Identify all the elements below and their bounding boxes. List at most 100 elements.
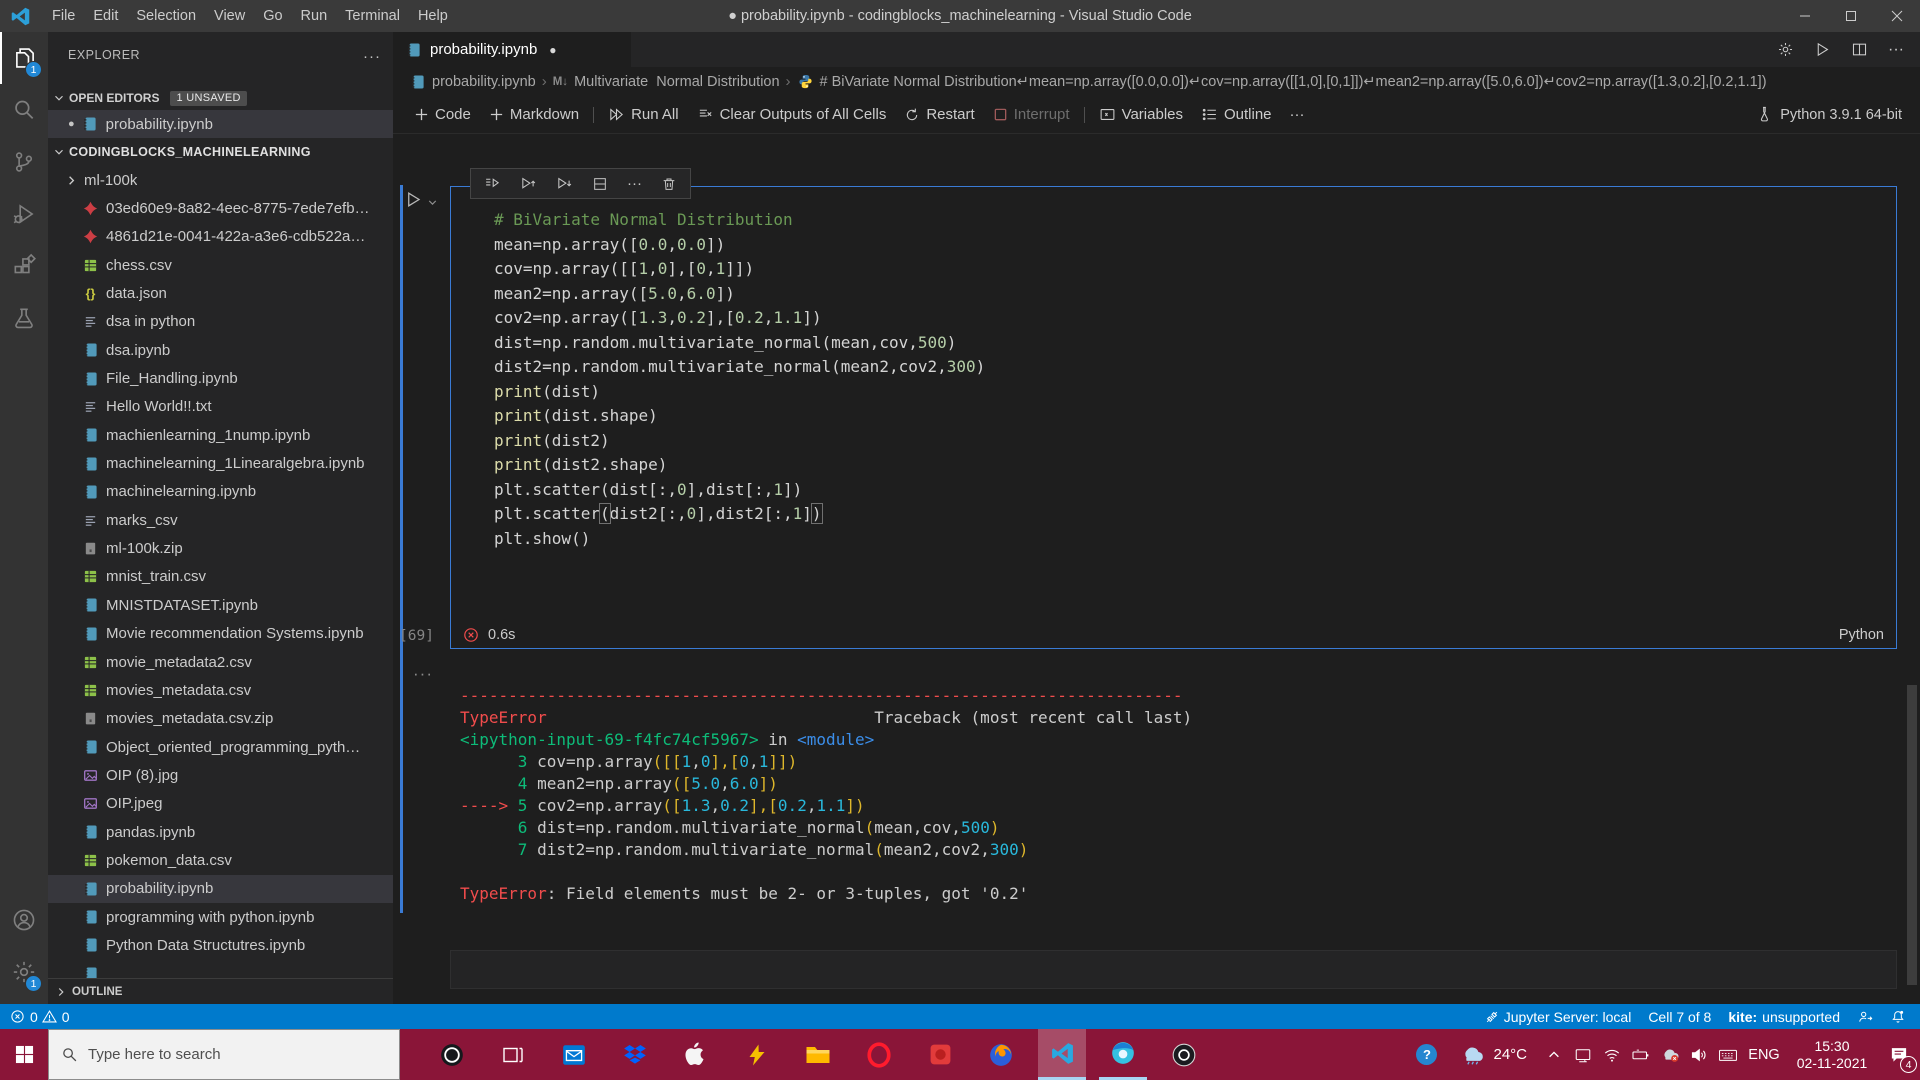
run-all-button[interactable]: Run All <box>599 102 688 128</box>
restart-kernel-button[interactable]: Restart <box>895 102 983 128</box>
variables-button[interactable]: Variables <box>1090 102 1192 128</box>
breadcrumb-item[interactable]: # BiVariate Normal Distribution↵mean=np.… <box>820 74 1767 90</box>
input-language-indicator[interactable]: ENG <box>1742 1047 1786 1063</box>
file-row[interactable]: ml-100k <box>48 166 393 194</box>
dropbox-taskbar-icon[interactable] <box>611 1029 659 1080</box>
file-row[interactable]: dsa in python <box>48 308 393 336</box>
red-app-taskbar-icon[interactable] <box>916 1029 964 1080</box>
file-row[interactable]: {} data.json <box>48 279 393 307</box>
onedrive-sync-error-icon[interactable] <box>1655 1029 1684 1080</box>
vscode-taskbar-icon[interactable] <box>1038 1029 1086 1080</box>
add-markdown-cell-button[interactable]: Markdown <box>480 102 588 128</box>
notifications-bell-icon[interactable] <box>1890 1009 1906 1025</box>
firefox-taskbar-icon[interactable] <box>977 1029 1025 1080</box>
explorer-icon[interactable]: 1 <box>0 32 48 84</box>
opera-taskbar-icon[interactable] <box>855 1029 903 1080</box>
menu-go[interactable]: Go <box>254 8 291 24</box>
file-row[interactable]: ml-100k.zip <box>48 534 393 562</box>
file-row[interactable]: machienlearning_1nump.ipynb <box>48 421 393 449</box>
editor-scrollbar[interactable] <box>1907 685 1917 985</box>
problems-warnings[interactable]: 0 <box>41 1009 70 1025</box>
source-control-icon[interactable] <box>0 136 48 188</box>
menu-run[interactable]: Run <box>292 8 337 24</box>
apple-taskbar-icon[interactable] <box>672 1029 720 1080</box>
split-editor-icon[interactable] <box>1851 41 1868 58</box>
toolbar-more-icon[interactable]: ··· <box>1281 102 1314 128</box>
open-editor-item[interactable]: ● probability.ipynb <box>48 110 393 138</box>
menu-view[interactable]: View <box>205 8 254 24</box>
open-editors-header[interactable]: OPEN EDITORS 1 UNSAVED <box>48 86 393 110</box>
sidebar-more-actions-icon[interactable]: ··· <box>363 48 381 86</box>
file-row[interactable]: 03ed60e9-8a82-4eec-8775-7ede7efb… <box>48 194 393 222</box>
wifi-icon[interactable] <box>1597 1029 1626 1080</box>
task-view-taskbar-icon[interactable] <box>489 1029 537 1080</box>
file-row[interactable]: dsa.ipynb <box>48 336 393 364</box>
file-row[interactable]: OIP.jpeg <box>48 790 393 818</box>
search-icon[interactable] <box>0 84 48 136</box>
breadcrumb-item[interactable]: probability.ipynb <box>432 74 536 90</box>
menu-file[interactable]: File <box>43 8 84 24</box>
kite-status[interactable]: kite: unsupported <box>1728 1009 1840 1025</box>
more-actions-icon[interactable]: ··· <box>1888 41 1904 59</box>
volume-icon[interactable] <box>1684 1029 1713 1080</box>
file-row[interactable]: movies_metadata.csv.zip <box>48 705 393 733</box>
extensions-icon[interactable] <box>0 240 48 292</box>
workspace-folder-header[interactable]: CODINGBLOCKS_MACHINELEARNING <box>48 138 393 166</box>
file-row[interactable]: marks_csv <box>48 506 393 534</box>
cortana-taskbar-icon[interactable] <box>428 1029 476 1080</box>
file-row[interactable]: Python Data Structutres.ipynb <box>48 931 393 959</box>
cell-code[interactable]: # BiVariate Normal Distribution mean=np.a… <box>494 208 985 551</box>
file-row[interactable]: mnist_train.csv <box>48 563 393 591</box>
cell-language[interactable]: Python <box>1839 627 1884 643</box>
cell-position-indicator[interactable]: Cell 7 of 8 <box>1648 1009 1711 1025</box>
file-row[interactable]: movies_metadata.csv <box>48 676 393 704</box>
show-hidden-icons-chevron[interactable] <box>1539 1029 1568 1080</box>
add-code-cell-button[interactable]: Code <box>405 102 480 128</box>
file-row[interactable]: OIP (8).jpg <box>48 761 393 789</box>
file-row[interactable]: chess.csv <box>48 251 393 279</box>
code-cell[interactable]: # BiVariate Normal Distribution mean=np.a… <box>450 186 1897 649</box>
notebook-settings-gear-icon[interactable] <box>1777 41 1794 58</box>
weather-widget[interactable]: 24°C <box>1459 1044 1527 1066</box>
delete-cell-icon[interactable] <box>661 176 677 192</box>
run-above-icon[interactable] <box>520 175 537 192</box>
taskbar-search-input[interactable]: Type here to search <box>48 1029 400 1080</box>
mail-taskbar-icon[interactable] <box>550 1029 598 1080</box>
kernel-picker[interactable]: Python 3.9.1 64-bit <box>1758 106 1902 123</box>
help-icon[interactable]: ? <box>1412 1029 1441 1080</box>
menu-help[interactable]: Help <box>409 8 457 24</box>
collapse-cell-icon[interactable] <box>426 196 439 209</box>
jupyter-server-status[interactable]: Jupyter Server: local <box>1485 1009 1631 1025</box>
run-debug-icon[interactable] <box>0 188 48 240</box>
split-cell-icon[interactable] <box>592 176 608 192</box>
more-cell-actions-icon[interactable]: ··· <box>627 175 642 192</box>
output-collapse-icon[interactable]: ··· <box>413 664 433 684</box>
testing-icon[interactable] <box>0 292 48 344</box>
problems-errors[interactable]: 0 <box>10 1009 38 1025</box>
tab-probability-ipynb[interactable]: probability.ipynb ● <box>393 32 631 67</box>
file-row[interactable]: machinelearning.ipynb <box>48 478 393 506</box>
touch-keyboard-icon[interactable] <box>1713 1029 1742 1080</box>
file-row[interactable]: 4861d21e-0041-422a-a3e6-cdb522a… <box>48 223 393 251</box>
file-row[interactable]: MNISTDATASET.ipynb <box>48 591 393 619</box>
file-explorer-taskbar-icon[interactable] <box>794 1029 842 1080</box>
chrome-taskbar-icon[interactable] <box>1099 1029 1147 1080</box>
battery-icon[interactable] <box>1626 1029 1655 1080</box>
menu-edit[interactable]: Edit <box>84 8 127 24</box>
file-row[interactable]: pokemon_data.csv <box>48 846 393 874</box>
menu-selection[interactable]: Selection <box>127 8 205 24</box>
clear-outputs-button[interactable]: Clear Outputs of All Cells <box>688 102 896 128</box>
clock[interactable]: 15:30 02-11-2021 <box>1786 1038 1878 1072</box>
menu-terminal[interactable]: Terminal <box>336 8 409 24</box>
lightning-taskbar-icon[interactable] <box>733 1029 781 1080</box>
maximize-button[interactable] <box>1828 0 1874 32</box>
file-row[interactable]: Movie recommendation Systems.ipynb <box>48 620 393 648</box>
accounts-icon[interactable] <box>0 894 48 946</box>
obs-taskbar-icon[interactable] <box>1160 1029 1208 1080</box>
feedback-icon[interactable] <box>1857 1009 1873 1025</box>
outline-button[interactable]: Outline <box>1192 102 1281 128</box>
outline-section-header[interactable]: OUTLINE <box>48 978 393 1004</box>
run-below-icon[interactable] <box>556 175 573 192</box>
next-cell-placeholder[interactable] <box>450 950 1897 989</box>
tablet-mode-icon[interactable] <box>1568 1029 1597 1080</box>
